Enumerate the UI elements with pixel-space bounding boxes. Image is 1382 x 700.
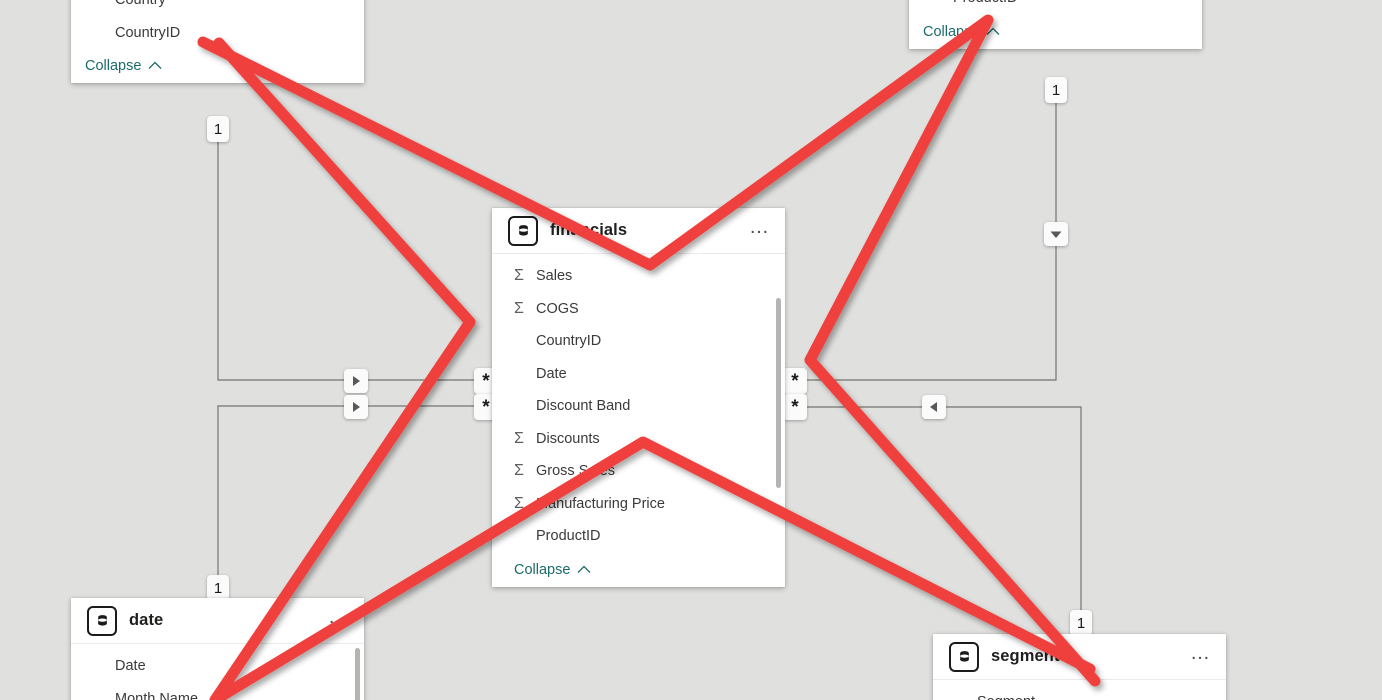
table-card-country[interactable]: Country … Σ Country Σ CountryID Collapse [71,0,364,83]
table-card-segment[interactable]: segment … Σ Segment [933,634,1226,700]
table-card-date[interactable]: date … Σ Date Σ Month Name [71,598,364,700]
field-row[interactable]: Σ Manufacturing Price [492,488,785,521]
measure-sigma-icon: Σ [514,267,524,285]
table-card-title: date [129,611,164,629]
table-menu-icon[interactable]: … [1190,643,1212,666]
table-card-product[interactable]: Product … Σ ProductID Collapse [909,0,1202,49]
cardinality-one-product[interactable]: 1 [1045,77,1067,103]
field-row[interactable]: Σ COGS [492,293,785,326]
arrow-right-icon[interactable] [344,369,368,393]
table-menu-icon[interactable]: … [328,607,350,630]
measure-sigma-icon: Σ [514,429,524,447]
table-card-financials[interactable]: financials … Σ Sales Σ COGS Σ CountryID … [492,208,785,587]
field-label: COGS [536,300,579,317]
field-row[interactable]: Σ ProductID [909,0,1202,15]
measure-sigma-icon: Σ [514,494,524,512]
field-label: Gross Sales [536,463,615,480]
chevron-up-icon [986,24,1000,40]
card-scrollbar[interactable] [776,298,781,488]
chevron-up-icon [577,562,591,578]
table-card-fields: Σ Segment [933,680,1226,700]
field-label: Date [115,658,146,675]
table-card-fields: Σ ProductID Collapse [909,0,1202,49]
table-card-header[interactable]: segment … [933,634,1226,680]
measure-sigma-icon: Σ [514,462,524,480]
field-row[interactable]: Σ Country [71,0,364,17]
collapse-button[interactable]: Collapse [909,15,1202,49]
field-row[interactable]: Σ Date [492,358,785,391]
table-card-title: segment [991,647,1060,665]
chevron-up-icon [148,58,162,74]
arrow-down-icon[interactable] [1044,222,1068,246]
card-scrollbar[interactable] [355,648,360,700]
collapse-label: Collapse [923,23,980,40]
arrow-right-icon[interactable] [344,395,368,419]
field-row[interactable]: Σ Sales [492,260,785,293]
table-card-fields: Σ Country Σ CountryID Collapse [71,0,364,83]
collapse-label: Collapse [514,561,571,578]
field-label: Month Name [115,690,199,700]
arrow-left-icon[interactable] [922,395,946,419]
cardinality-one-segment[interactable]: 1 [1070,610,1092,636]
field-label: Discount Band [536,398,631,415]
model-diagram-canvas[interactable]: 1 1 1 1 * * * * Country … [0,0,1382,700]
field-label: CountryID [536,333,602,350]
table-icon [87,605,117,636]
table-card-title: financials [550,221,628,239]
table-card-header[interactable]: financials … [492,208,785,254]
field-label: Discounts [536,430,600,447]
field-row[interactable]: Σ Month Name [71,683,364,700]
collapse-label: Collapse [85,58,142,74]
field-label: ProductID [536,528,601,545]
field-row[interactable]: Σ Date [71,650,364,683]
collapse-button[interactable]: Collapse [492,553,785,587]
field-row[interactable]: Σ Segment [933,686,1226,700]
field-label: ProductID [953,0,1017,6]
field-label: Manufacturing Price [536,495,665,512]
field-label: Date [536,365,567,382]
cardinality-one-country[interactable]: 1 [207,116,229,142]
field-row[interactable]: Σ Discounts [492,423,785,456]
field-row[interactable]: Σ Discount Band [492,390,785,423]
cardinality-many-segment[interactable]: * [783,394,807,420]
field-row[interactable]: Σ ProductID [492,520,785,553]
collapse-button[interactable]: Collapse [71,49,364,83]
field-row[interactable]: Σ Gross Sales [492,455,785,488]
field-row[interactable]: Σ CountryID [492,325,785,358]
field-row[interactable]: Σ CountryID [71,17,364,50]
table-icon [949,641,979,672]
table-card-fields: Σ Date Σ Month Name [71,644,364,700]
table-menu-icon[interactable]: … [749,217,771,240]
cardinality-many-product[interactable]: * [783,368,807,394]
table-card-fields: Σ Sales Σ COGS Σ CountryID Σ Date Σ Disc… [492,254,785,587]
field-label: Sales [536,268,573,285]
field-label: CountryID [115,24,181,41]
table-card-header[interactable]: date … [71,598,364,644]
table-icon [508,215,538,246]
measure-sigma-icon: Σ [514,299,524,317]
field-label: Segment [977,694,1035,700]
field-label: Country [115,0,166,9]
